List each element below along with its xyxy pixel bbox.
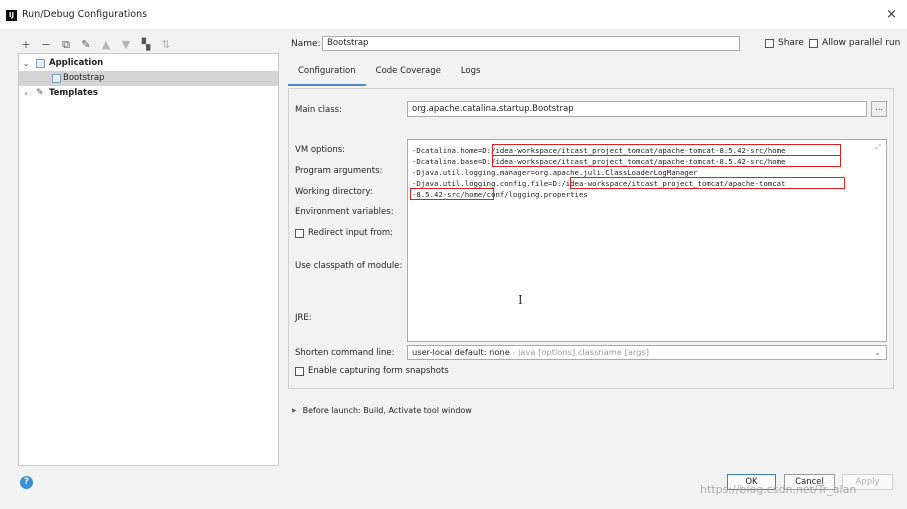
expand-icon[interactable]: ⤢ xyxy=(875,143,881,152)
tab-configuration[interactable]: Configuration xyxy=(288,62,366,86)
highlight-box xyxy=(570,177,845,189)
copy-icon[interactable]: ⧉ xyxy=(60,38,72,52)
intellij-icon: IJ xyxy=(6,10,17,21)
configuration-tree: ⌄ Application Bootstrap › ✎ Templates xyxy=(18,53,279,466)
tree-item-bootstrap[interactable]: Bootstrap xyxy=(19,71,278,86)
text-cursor-icon: I xyxy=(518,293,523,307)
share-label: Share xyxy=(778,38,804,48)
vm-options-label: VM options: xyxy=(295,145,346,155)
highlight-box xyxy=(410,188,494,200)
minus-icon[interactable]: − xyxy=(40,38,52,52)
environment-variables-label: Environment variables: xyxy=(295,207,394,217)
redirect-box[interactable] xyxy=(295,228,304,238)
folder-icon[interactable]: ▚ xyxy=(140,38,152,52)
snapshots-box[interactable] xyxy=(295,366,304,376)
redirect-label: Redirect input from: xyxy=(308,228,393,238)
config-toolbar: + − ⧉ ✎ ▲ ▼ ▚ ⇅ xyxy=(20,37,172,53)
arrow-down-icon[interactable]: ▼ xyxy=(120,38,132,52)
allow-parallel-checkbox[interactable]: Allow parallel run xyxy=(809,38,900,48)
snapshots-label: Enable capturing form snapshots xyxy=(308,366,449,376)
share-box[interactable] xyxy=(765,38,774,48)
main-class-input[interactable]: org.apache.catalina.startup.Bootstrap xyxy=(407,101,867,117)
watermark-text: https://blog.csdn.net/Tr_alan xyxy=(700,483,857,496)
wrench-icon: ✎ xyxy=(36,88,44,98)
allow-parallel-label: Allow parallel run xyxy=(822,38,901,48)
name-input[interactable]: Bootstrap xyxy=(322,36,740,51)
application-config-icon xyxy=(52,74,61,83)
tree-label-templates: Templates xyxy=(49,88,98,98)
tab-bar: Configuration Code Coverage Logs xyxy=(288,62,490,86)
chevron-down-icon: ⌄ xyxy=(874,348,881,357)
help-icon[interactable]: ? xyxy=(20,476,33,489)
classpath-module-label: Use classpath of module: xyxy=(295,261,403,271)
triangle-right-icon: ▶ xyxy=(292,407,297,414)
browse-button[interactable]: ... xyxy=(871,101,887,117)
title-bar: IJ Run/Debug Configurations × xyxy=(0,0,907,30)
vm-options-textarea[interactable]: -Dcatalina.home=D:/idea-workspace/itcast… xyxy=(407,139,887,342)
shorten-value: user-local default: none xyxy=(412,347,510,357)
sort-icon[interactable]: ⇅ xyxy=(160,38,172,52)
allow-parallel-box[interactable] xyxy=(809,38,818,48)
close-icon[interactable]: × xyxy=(886,7,897,22)
arrow-up-icon[interactable]: ▲ xyxy=(100,38,112,52)
shorten-hint: - java [options] classname [args] xyxy=(509,347,649,357)
name-label: Name: xyxy=(291,39,321,49)
main-class-label: Main class: xyxy=(295,105,342,115)
wrench-icon[interactable]: ✎ xyxy=(80,38,92,52)
before-launch-section[interactable]: ▶ Before launch: Build, Activate tool wi… xyxy=(292,406,472,415)
chevron-down-icon[interactable]: ⌄ xyxy=(21,56,31,71)
tree-label-application: Application xyxy=(49,58,104,68)
capture-snapshots-checkbox[interactable]: Enable capturing form snapshots xyxy=(295,366,449,376)
tab-code-coverage[interactable]: Code Coverage xyxy=(366,62,451,86)
window-title: Run/Debug Configurations xyxy=(22,9,148,20)
highlight-box xyxy=(492,155,841,167)
tree-item-templates[interactable]: › ✎ Templates xyxy=(19,86,278,101)
working-directory-label: Working directory: xyxy=(295,187,373,197)
application-icon xyxy=(36,59,45,68)
share-checkbox[interactable]: Share xyxy=(765,38,804,48)
tree-item-application[interactable]: ⌄ Application xyxy=(19,56,278,71)
plus-icon[interactable]: + xyxy=(20,38,32,52)
redirect-input-checkbox[interactable]: Redirect input from: xyxy=(295,228,393,238)
vm-option-line: -Djava.util.logging.manager=org.apache.j… xyxy=(412,168,698,177)
shorten-command-select[interactable]: user-local default: none - java [options… xyxy=(407,345,887,360)
before-launch-label: Before launch: Build, Activate tool wind… xyxy=(302,406,472,415)
chevron-right-icon[interactable]: › xyxy=(21,86,31,101)
jre-label: JRE: xyxy=(295,313,312,323)
tab-logs[interactable]: Logs xyxy=(451,62,491,86)
shorten-command-label: Shorten command line: xyxy=(295,348,395,358)
program-arguments-label: Program arguments: xyxy=(295,166,383,176)
tree-label-bootstrap: Bootstrap xyxy=(63,73,105,83)
